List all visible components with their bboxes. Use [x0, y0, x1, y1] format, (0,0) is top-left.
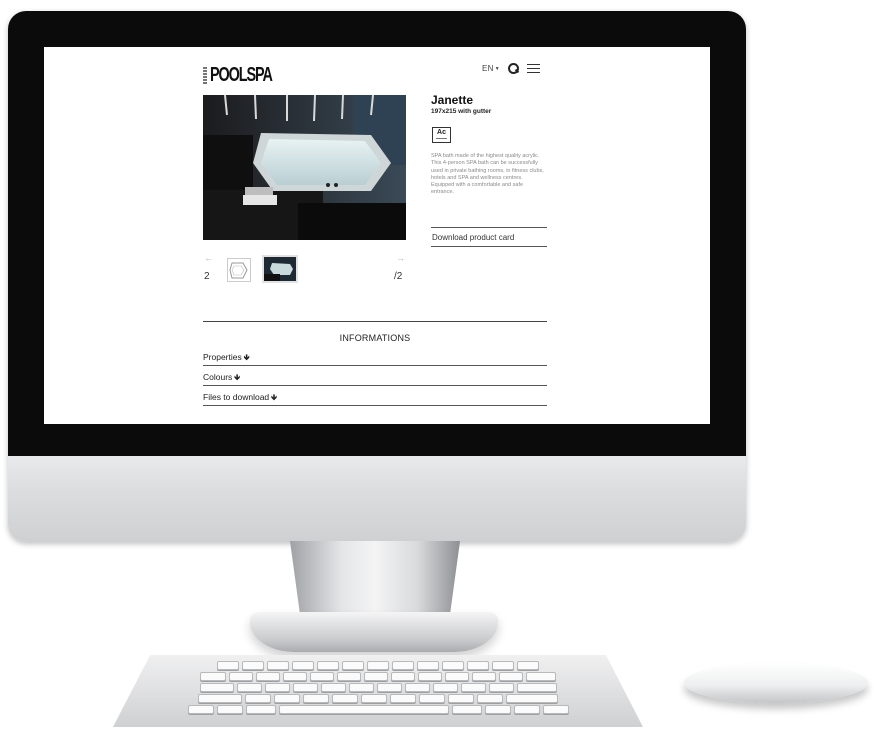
keyboard-keys — [138, 661, 618, 723]
acrylic-badge: Ac — [432, 127, 451, 143]
badge-label: Ac — [437, 129, 446, 136]
gallery-thumbnail-2[interactable] — [262, 255, 298, 283]
hamburger-menu-icon[interactable] — [526, 64, 540, 73]
spa-bath-thumb — [264, 257, 296, 281]
magic-mouse — [684, 663, 868, 703]
arrow-down-icon: 🡻 — [271, 393, 277, 402]
monitor-chin — [8, 456, 746, 542]
monitor-stand-neck — [290, 541, 460, 616]
product-subtitle: 197x215 with gutter — [431, 108, 492, 115]
accordion-label: Properties — [203, 352, 242, 362]
accordion-label: Colours — [203, 372, 233, 382]
arrow-down-icon: 🡻 — [243, 353, 250, 362]
language-label: EN — [482, 64, 494, 73]
monitor-screen: POOLSPA EN▼ ← 2 → /2 Janette 197x215 wit… — [44, 47, 710, 424]
accordion-colours[interactable]: Colours 🡻 — [203, 367, 547, 386]
gallery-current-index: 2 — [204, 271, 210, 282]
informations-heading: INFORMATIONS — [339, 333, 411, 343]
product-title: Janette — [431, 93, 474, 107]
gallery-prev-arrow-icon[interactable]: ← — [204, 253, 213, 263]
monitor-stand-base — [250, 612, 498, 652]
arrow-down-icon: 🡻 — [234, 373, 241, 382]
accordion-label: Files to download — [203, 392, 270, 402]
gallery-total-count: /2 — [394, 271, 403, 282]
informations-divider — [203, 321, 547, 322]
logo-mark-icon — [203, 66, 207, 85]
caret-down-icon: ▼ — [494, 65, 500, 72]
download-product-card-link[interactable]: Download product card — [431, 227, 547, 247]
poolspa-logo[interactable]: POOLSPA — [203, 64, 296, 87]
product-description: SPA bath made of the highest quality acr… — [431, 153, 544, 196]
bath-outline-icon — [229, 262, 248, 279]
imac-monitor: POOLSPA EN▼ ← 2 → /2 Janette 197x215 wit… — [8, 11, 746, 542]
header-nav: EN▼ — [482, 63, 540, 74]
product-main-photo[interactable] — [203, 95, 406, 240]
gallery-next-arrow-icon[interactable]: → — [396, 253, 405, 263]
product-page: POOLSPA EN▼ ← 2 → /2 Janette 197x215 wit… — [44, 47, 710, 424]
gallery-thumbnail-1[interactable] — [227, 258, 251, 282]
accordion-properties[interactable]: Properties 🡻 — [203, 347, 547, 366]
logo-text: POOLSPA — [210, 64, 273, 86]
search-icon[interactable] — [507, 63, 519, 74]
language-selector[interactable]: EN▼ — [482, 64, 500, 73]
accordion-files-to-download[interactable]: Files to download 🡻 — [203, 387, 547, 406]
spa-bath-photo — [203, 95, 406, 240]
